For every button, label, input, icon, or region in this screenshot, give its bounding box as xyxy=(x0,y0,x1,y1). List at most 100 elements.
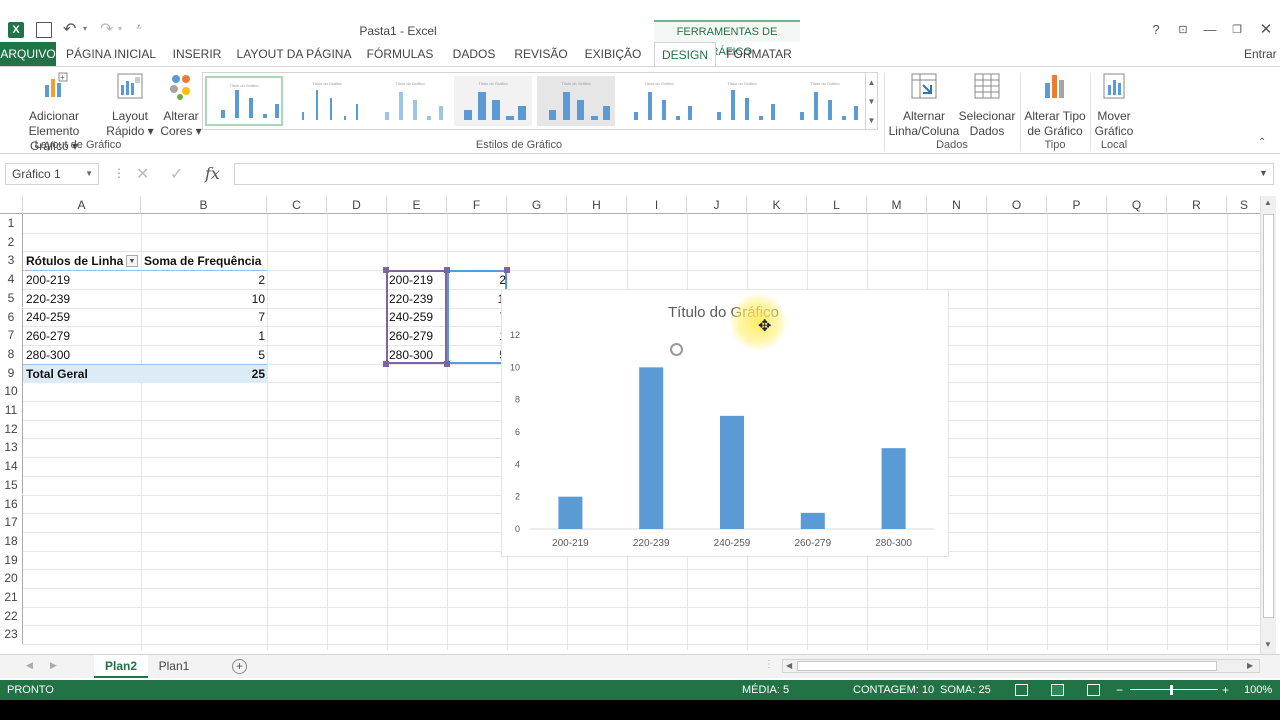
horizontal-scroll-thumb[interactable] xyxy=(797,661,1217,671)
row-header[interactable]: 21 xyxy=(0,588,23,607)
column-header-g[interactable]: G xyxy=(507,196,567,214)
status-count[interactable]: CONTAGEM: 10 xyxy=(853,680,934,700)
tab-pagina-inicial[interactable]: PÁGINA INICIAL xyxy=(64,42,158,66)
tab-design[interactable]: DESIGN xyxy=(654,42,716,66)
range-label-cell[interactable]: 240-259 xyxy=(389,308,445,326)
minimize-icon[interactable]: — xyxy=(1201,22,1219,38)
tab-formulas[interactable]: FÓRMULAS xyxy=(364,42,436,66)
column-header-r[interactable]: R xyxy=(1167,196,1227,214)
change-colors-button[interactable]: Alterar Cores ▾ xyxy=(158,71,204,139)
quick-layout-button[interactable]: Layout Rápido ▾ xyxy=(106,71,154,139)
row-header[interactable]: 5 xyxy=(0,288,23,308)
change-chart-type-button[interactable]: Alterar Tipo de Gráfico xyxy=(1022,71,1088,139)
select-all-corner[interactable] xyxy=(0,196,23,214)
row-header[interactable]: 8 xyxy=(0,344,23,364)
chart-style-8[interactable]: Título do Gráfico xyxy=(786,76,864,126)
pivot-row-value[interactable]: 1 xyxy=(144,327,265,345)
sheet-prev-icon[interactable]: ◀ xyxy=(26,660,33,671)
pivot-row-value[interactable]: 10 xyxy=(144,290,265,308)
chart-style-5[interactable]: Título do Gráfico xyxy=(537,76,615,126)
chart-bar[interactable] xyxy=(800,512,825,529)
tab-layout-da-pagina[interactable]: LAYOUT DA PÁGINA xyxy=(236,42,352,66)
column-header-j[interactable]: J xyxy=(687,196,747,214)
signin-link[interactable]: Entrar xyxy=(1244,42,1280,66)
zoom-slider[interactable] xyxy=(1130,689,1218,690)
range-value-cell[interactable]: 1 xyxy=(440,327,506,345)
gallery-more-icon[interactable]: ▼ xyxy=(865,111,877,130)
row-header[interactable]: 18 xyxy=(0,531,23,551)
cancel-icon[interactable]: ✕ xyxy=(136,164,149,184)
row-header[interactable]: 23 xyxy=(0,625,23,645)
split-grip-icon[interactable]: ⋮ xyxy=(764,659,774,670)
range-value-cell[interactable]: 7 xyxy=(440,308,506,326)
chart-object[interactable]: 0 2 4 6 8 10 12 200-219 220-239 240-259 260-279 280… xyxy=(501,289,949,557)
row-header[interactable]: 19 xyxy=(0,550,23,570)
pivot-row-label[interactable]: 220-239 xyxy=(26,290,136,308)
range-label-cell[interactable]: 200-219 xyxy=(389,271,445,289)
pivot-header-labels[interactable]: Rótulos de Linha xyxy=(26,252,140,270)
row-header[interactable]: 7 xyxy=(0,326,23,345)
enter-icon[interactable]: ✓ xyxy=(170,164,183,184)
sheet-tab-plan2[interactable]: Plan2 xyxy=(94,655,148,678)
add-sheet-icon[interactable]: + xyxy=(232,659,247,674)
tab-revisao[interactable]: REVISÃO xyxy=(512,42,570,66)
row-header[interactable]: 4 xyxy=(0,270,23,289)
column-header-q[interactable]: Q xyxy=(1107,196,1167,214)
pivot-row-label[interactable]: 280-300 xyxy=(26,346,136,364)
column-header-n[interactable]: N xyxy=(927,196,987,214)
zoom-level[interactable]: 100% xyxy=(1244,680,1272,700)
chart-style-3[interactable]: Título do Gráfico xyxy=(371,76,449,126)
range-value-cell[interactable]: 2 xyxy=(440,271,506,289)
sheet-tab-plan1[interactable]: Plan1 xyxy=(150,655,198,678)
row-header[interactable]: 11 xyxy=(0,401,23,420)
row-header[interactable]: 14 xyxy=(0,457,23,476)
column-header-i[interactable]: I xyxy=(627,196,687,214)
row-header[interactable]: 15 xyxy=(0,475,23,495)
chart-style-4[interactable]: Título do Gráfico xyxy=(454,76,532,126)
switch-row-column-button[interactable]: Alternar Linha/Coluna xyxy=(888,71,960,139)
status-average[interactable]: MÉDIA: 5 xyxy=(742,680,789,700)
move-chart-button[interactable]: Mover Gráfico xyxy=(1092,71,1136,139)
restore-icon[interactable]: ❐ xyxy=(1228,22,1246,38)
pivot-row-label[interactable]: 240-259 xyxy=(26,308,136,326)
row-header[interactable]: 16 xyxy=(0,494,23,514)
zoom-slider-thumb[interactable] xyxy=(1170,685,1173,695)
chart-bar[interactable] xyxy=(881,448,906,529)
range-value-cell[interactable]: 5 xyxy=(440,346,506,364)
column-header-o[interactable]: O xyxy=(987,196,1047,214)
row-header[interactable]: 1 xyxy=(0,214,23,233)
close-icon[interactable]: ✕ xyxy=(1257,22,1275,38)
row-header[interactable]: 10 xyxy=(0,382,23,401)
page-layout-view-icon[interactable] xyxy=(1051,684,1064,696)
vertical-scrollbar[interactable]: ▲ ▼ xyxy=(1260,196,1276,654)
row-header[interactable]: 9 xyxy=(0,363,23,383)
scroll-right-icon[interactable]: ▶ xyxy=(1247,660,1253,672)
row-header[interactable]: 6 xyxy=(0,307,23,327)
column-header-h[interactable]: H xyxy=(567,196,627,214)
tab-formatar[interactable]: FORMATAR xyxy=(724,42,794,66)
column-header-b[interactable]: B xyxy=(141,196,267,214)
filter-dropdown-icon[interactable]: ▼ xyxy=(126,255,138,267)
chart-style-1[interactable]: Título do Gráfico xyxy=(205,76,283,126)
normal-view-icon[interactable] xyxy=(1015,684,1028,696)
scroll-left-icon[interactable]: ◀ xyxy=(786,660,792,672)
row-header[interactable]: 2 xyxy=(0,232,23,252)
gallery-scroll-up-icon[interactable]: ▲ xyxy=(865,73,877,92)
scroll-down-icon[interactable]: ▼ xyxy=(1264,640,1272,649)
expand-formula-bar-icon[interactable]: ▼ xyxy=(1259,168,1268,178)
row-header[interactable]: 17 xyxy=(0,513,23,532)
column-header-c[interactable]: C xyxy=(267,196,327,214)
column-header-f[interactable]: F xyxy=(447,196,507,214)
range-label-cell[interactable]: 280-300 xyxy=(389,346,445,364)
select-data-button[interactable]: Selecionar Dados xyxy=(958,71,1016,139)
chart-style-2[interactable]: Título do Gráfico xyxy=(288,76,366,126)
column-header-d[interactable]: D xyxy=(327,196,387,214)
column-header-e[interactable]: E xyxy=(387,196,447,214)
column-header-l[interactable]: L xyxy=(807,196,867,214)
pivot-row-label[interactable]: 260-279 xyxy=(26,327,136,345)
tab-dados[interactable]: DADOS xyxy=(448,42,500,66)
row-header[interactable]: 22 xyxy=(0,606,23,626)
page-break-view-icon[interactable] xyxy=(1087,684,1100,696)
name-box-dropdown-icon[interactable]: ▼ xyxy=(85,164,93,184)
pivot-row-value[interactable]: 5 xyxy=(144,346,265,364)
